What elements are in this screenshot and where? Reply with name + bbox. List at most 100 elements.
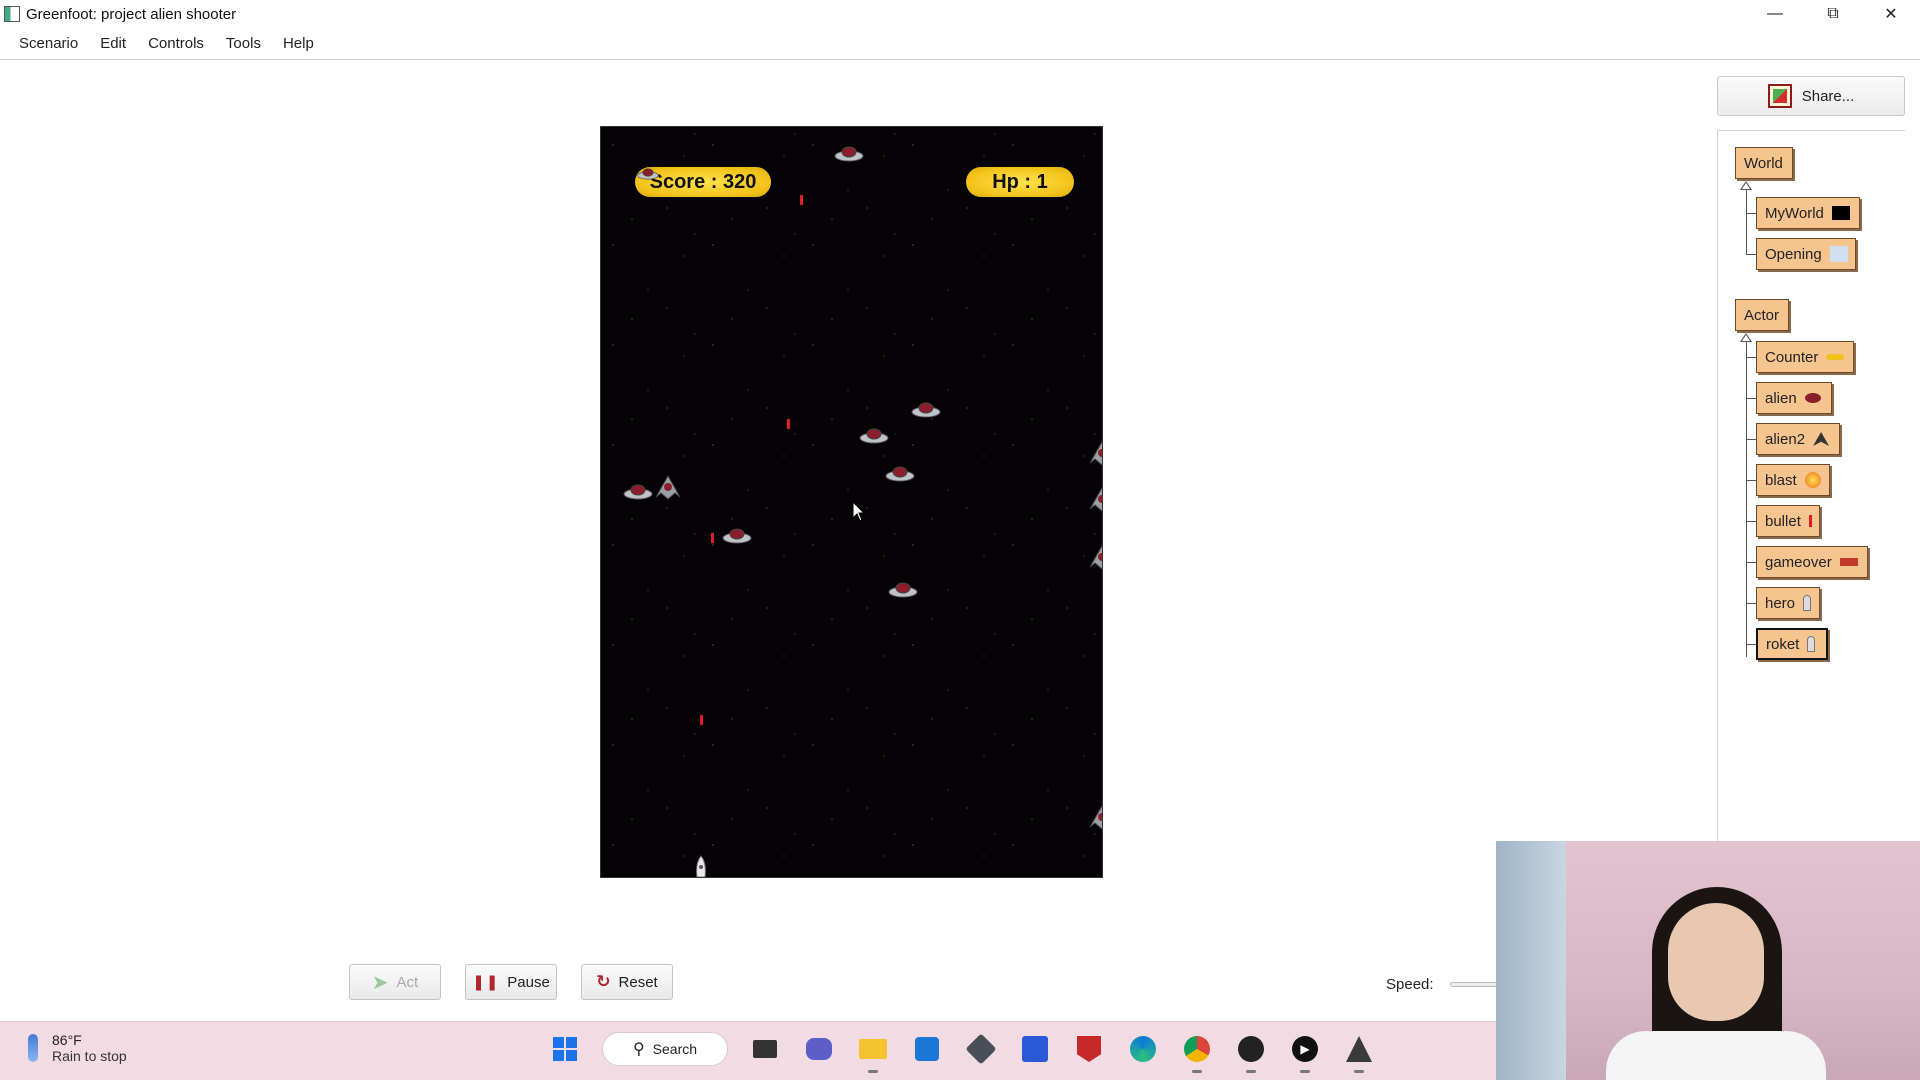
class-hero[interactable]: hero	[1756, 587, 1820, 619]
search-icon: ⚲	[632, 1041, 645, 1058]
tree-line	[1746, 603, 1756, 604]
reset-icon: ↻	[596, 972, 611, 991]
greenfoot-icon[interactable]	[1342, 1032, 1376, 1073]
weather-widget[interactable]: 86°F Rain to stop	[28, 1032, 127, 1064]
task-view-icon[interactable]	[748, 1032, 782, 1066]
file-explorer-icon[interactable]	[856, 1032, 890, 1073]
class-actor[interactable]: Actor	[1735, 299, 1789, 331]
alien2-ship[interactable]	[1087, 485, 1103, 515]
speed-slider[interactable]	[1450, 982, 1500, 987]
teams-chat-icon[interactable]	[802, 1032, 836, 1066]
share-label: Share...	[1801, 87, 1855, 105]
tree-line	[1746, 562, 1756, 563]
blast-thumbnail-icon	[1804, 472, 1821, 488]
hero-thumbnail-icon	[1803, 595, 1812, 611]
alien-ufo[interactable]	[911, 401, 941, 419]
tree-line	[1746, 398, 1756, 399]
pause-button[interactable]: ❚❚ Pause	[465, 964, 557, 1000]
hero-rocket[interactable]	[693, 855, 709, 878]
webcam-overlay	[1496, 841, 1920, 1080]
tree-line	[1746, 439, 1756, 440]
media-player-icon[interactable]: ▶	[1288, 1032, 1322, 1073]
taskbar: 86°F Rain to stop ⚲ Search ▶	[0, 1021, 1496, 1080]
menu-edit[interactable]: Edit	[89, 35, 137, 52]
class-bullet[interactable]: bullet	[1756, 505, 1820, 537]
bullet	[800, 195, 803, 205]
menu-scenario[interactable]: Scenario	[8, 35, 89, 52]
bullet	[711, 533, 714, 543]
alien-ufo[interactable]	[859, 427, 889, 445]
mcafee-icon[interactable]	[1072, 1032, 1106, 1066]
mouse-cursor	[852, 501, 866, 522]
title-bar: Greenfoot: project alien shooter — ⧉ ✕	[0, 0, 1920, 28]
edge-icon[interactable]	[1126, 1032, 1160, 1066]
alien2-ship[interactable]	[653, 473, 683, 503]
alien2-ship[interactable]	[1087, 439, 1103, 469]
restore-button[interactable]: ⧉	[1804, 0, 1862, 28]
alien2-thumbnail-icon	[1813, 432, 1830, 446]
opening-thumbnail-icon	[1829, 246, 1848, 262]
act-button[interactable]: ➤ Act	[349, 964, 441, 1000]
alien2-ship[interactable]	[1087, 543, 1103, 573]
class-gameover[interactable]: gameover	[1756, 546, 1868, 578]
bullet	[700, 715, 703, 725]
taskbar-search[interactable]: ⚲ Search	[602, 1032, 728, 1066]
tree-line	[1746, 644, 1756, 645]
alien-ufo[interactable]	[637, 167, 659, 181]
app-blue-icon[interactable]	[1018, 1032, 1052, 1066]
menu-controls[interactable]: Controls	[137, 35, 215, 52]
store-icon[interactable]	[910, 1032, 944, 1066]
game-world[interactable]: Score : 320 Hp : 1	[600, 126, 1103, 878]
menu-bar: Scenario Edit Controls Tools Help	[0, 28, 1920, 60]
tree-line	[1746, 357, 1756, 358]
app-cube-icon[interactable]	[964, 1032, 998, 1066]
alien-ufo[interactable]	[885, 465, 915, 483]
pause-icon: ❚❚	[472, 974, 500, 991]
bullet	[787, 419, 790, 429]
app-red-dot-icon[interactable]	[1234, 1032, 1268, 1073]
share-button[interactable]: Share...	[1717, 76, 1905, 116]
class-diagram-panel: World MyWorld Opening Actor Counter alie…	[1717, 130, 1905, 850]
chrome-icon[interactable]	[1180, 1032, 1214, 1073]
tree-line	[1746, 521, 1756, 522]
minimize-button[interactable]: —	[1746, 0, 1804, 28]
menu-tools[interactable]: Tools	[215, 35, 272, 52]
class-alien[interactable]: alien	[1756, 382, 1832, 414]
alien-thumbnail-icon	[1804, 393, 1821, 403]
class-opening[interactable]: Opening	[1756, 238, 1856, 270]
alien-ufo[interactable]	[722, 527, 752, 545]
class-world[interactable]: World	[1735, 147, 1793, 179]
alien2-ship[interactable]	[1087, 803, 1103, 833]
class-counter[interactable]: Counter	[1756, 341, 1854, 373]
tree-line	[1746, 213, 1756, 214]
tree-line	[1746, 480, 1756, 481]
tree-line	[1746, 254, 1756, 255]
share-icon	[1767, 84, 1792, 108]
tree-line	[1746, 189, 1747, 255]
class-myworld[interactable]: MyWorld	[1756, 197, 1860, 229]
start-icon[interactable]	[548, 1032, 582, 1066]
alien-ufo[interactable]	[888, 581, 918, 599]
webcam-person-body	[1606, 1031, 1826, 1080]
bullet-thumbnail-icon	[1808, 515, 1812, 527]
thermometer-icon	[28, 1034, 38, 1062]
alien-ufo[interactable]	[834, 145, 864, 163]
window-title: Greenfoot: project alien shooter	[26, 5, 237, 23]
roket-thumbnail-icon	[1807, 636, 1816, 652]
reset-button[interactable]: ↻ Reset	[581, 964, 673, 1000]
close-button[interactable]: ✕	[1862, 0, 1920, 28]
weather-temperature: 86°F	[52, 1032, 82, 1048]
weather-description: Rain to stop	[52, 1048, 127, 1064]
gameover-thumbnail-icon	[1839, 558, 1858, 566]
hp-counter: Hp : 1	[966, 167, 1074, 197]
counter-thumbnail-icon	[1826, 354, 1845, 360]
alien-ufo[interactable]	[623, 483, 653, 501]
menu-help[interactable]: Help	[272, 35, 325, 52]
webcam-background-door	[1496, 841, 1566, 1080]
act-arrow-icon: ➤	[371, 971, 389, 994]
tree-line	[1746, 341, 1747, 657]
class-alien2[interactable]: alien2	[1756, 423, 1840, 455]
class-blast[interactable]: blast	[1756, 464, 1830, 496]
class-roket[interactable]: roket	[1756, 628, 1828, 660]
speed-label: Speed:	[1386, 976, 1434, 993]
